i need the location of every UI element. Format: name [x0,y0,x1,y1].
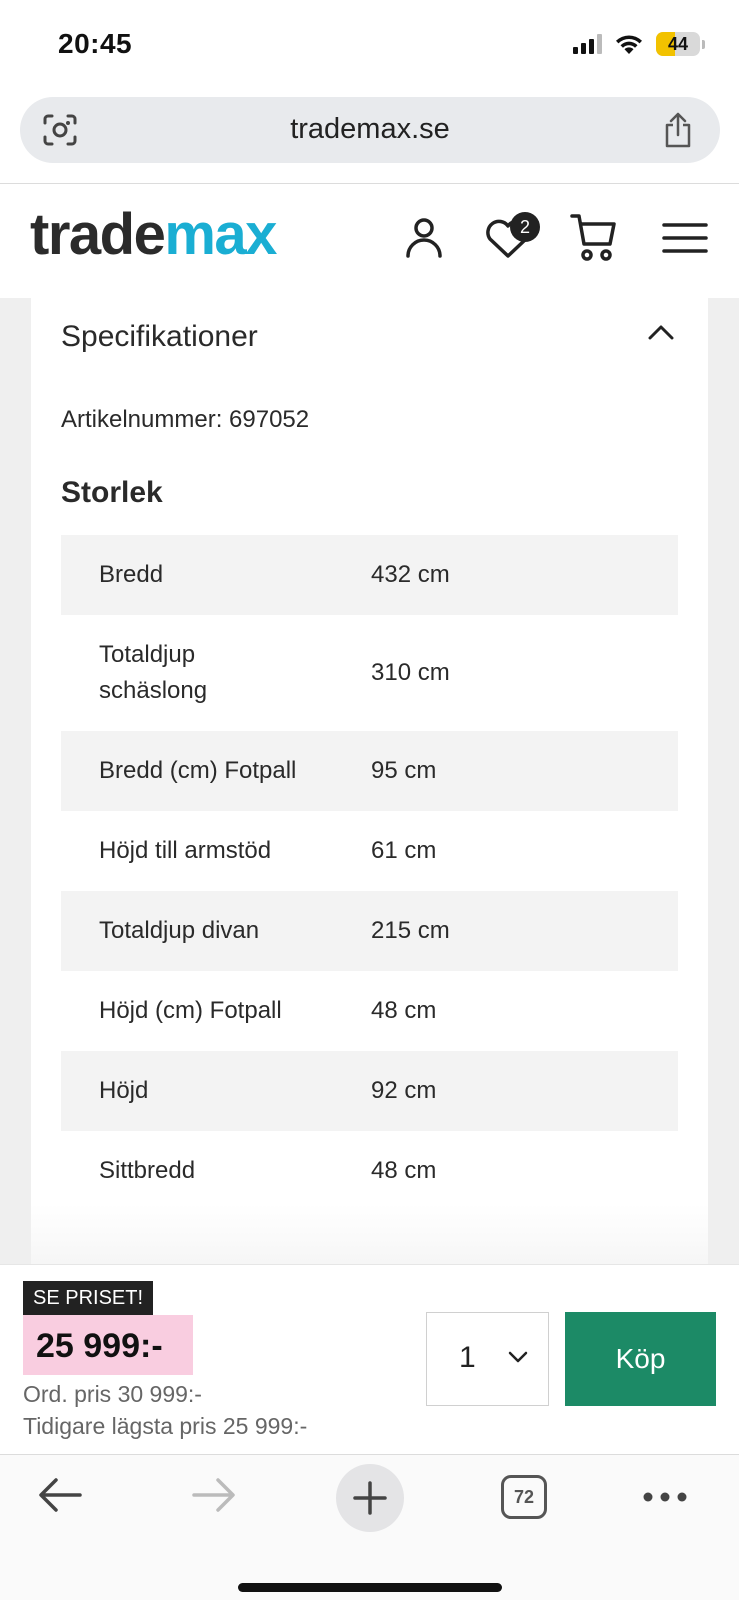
table-row: Bredd (cm) Fotpall 95 cm [61,731,678,811]
back-arrow-icon[interactable] [38,1477,82,1513]
table-row: Totaldjup divan 215 cm [61,891,678,971]
article-number: Artikelnummer: 697052 [61,406,310,433]
quantity-value: 1 [459,1341,476,1374]
quantity-select[interactable]: 1 [426,1312,549,1406]
table-row: Höjd till armstöd 61 cm [61,811,678,891]
size-heading: Storlek [61,476,163,509]
price-highlight: 25 999:- [23,1315,193,1375]
table-row: Sittbredd 48 cm [61,1131,678,1211]
buy-button[interactable]: Köp [565,1312,716,1406]
status-icons: 44 [573,32,705,56]
buy-bar: SE PRISET! 25 999:- Ord. pris 30 999:- T… [0,1264,739,1454]
table-row: Bredd 432 cm [61,535,678,615]
specifications-title[interactable]: Specifikationer [61,320,258,354]
spec-label: Bredd (cm) Fotpall [99,757,297,784]
share-icon[interactable] [662,111,694,149]
table-row: Totaldjup schäslong 310 cm [61,615,678,731]
wifi-icon [616,35,642,54]
logo-text-max: max [164,202,277,267]
spec-label: Sittbredd [99,1157,196,1184]
battery-level: 44 [667,34,689,54]
browser-toolbar: 72 [0,1454,739,1600]
menu-icon[interactable] [662,222,708,254]
forward-arrow-icon[interactable] [192,1477,236,1513]
spec-value: 92 cm [371,1077,437,1104]
spec-label: Totaldjup divan [99,917,260,944]
spec-value: 432 cm [371,561,450,588]
url-text[interactable]: trademax.se [20,113,720,146]
status-bar: 20:45 44 [0,0,739,90]
table-row: Höjd (cm) Fotpall 48 cm [61,971,678,1051]
spec-label: Bredd [99,561,164,588]
cart-icon[interactable] [570,212,618,262]
spec-label: Totaldjup schäslong [99,641,208,704]
status-time: 20:45 [58,28,133,59]
spec-value: 61 cm [371,837,437,864]
more-icon[interactable] [642,1491,688,1503]
battery-nub [702,39,705,49]
user-icon[interactable] [404,216,444,260]
spec-label: Höjd [99,1077,149,1104]
ordinary-price: Ord. pris 30 999:- [23,1381,202,1407]
signal-icon [573,34,602,54]
lowest-price: Tidigare lägsta pris 25 999:- [23,1413,308,1439]
promo-tag: SE PRISET! [23,1281,154,1316]
home-indicator [238,1583,502,1592]
battery-icon: 44 [656,32,700,56]
logo-text-trade: trade [30,202,166,267]
spec-value: 48 cm [371,997,437,1024]
spec-value: 95 cm [371,757,437,784]
spec-value: 215 cm [371,917,450,944]
chevron-up-icon[interactable] [648,324,674,340]
chevron-down-icon [508,1351,528,1363]
scroll-fade [31,1204,708,1264]
tabs-icon[interactable]: 72 [501,1475,547,1519]
spec-value: 48 cm [371,1157,437,1184]
table-row: Höjd 92 cm [61,1051,678,1131]
spec-label: Höjd till armstöd [99,837,272,864]
plus-icon [353,1481,387,1515]
wishlist-count-badge: 2 [510,212,540,242]
current-price: 25 999:- [36,1327,163,1365]
url-bar[interactable]: trademax.se [20,97,720,163]
size-table: Bredd 432 cm Totaldjup schäslong 310 cm … [61,535,678,1211]
wishlist-button[interactable]: 2 [484,212,540,262]
new-tab-button[interactable] [336,1464,404,1532]
trademax-logo[interactable]: trademax [30,206,277,264]
spec-value: 310 cm [371,659,450,686]
specifications-panel: Specifikationer Artikelnummer: 697052 St… [31,298,708,1264]
site-header: trademax 2 [0,184,739,298]
spec-label: Höjd (cm) Fotpall [99,997,282,1024]
